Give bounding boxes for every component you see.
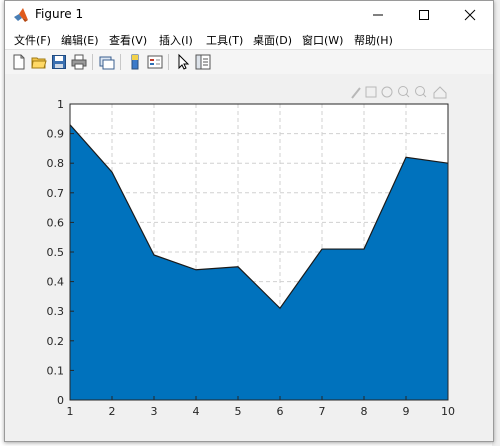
menu-desktop[interactable]: 桌面(D) <box>253 32 292 48</box>
window-title: Figure 1 <box>35 7 84 21</box>
menu-view[interactable]: 查看(V) <box>109 32 147 48</box>
toolbar-separator <box>120 54 121 70</box>
title-bar[interactable]: Figure 1 <box>5 1 493 29</box>
menu-tools[interactable]: 工具(T) <box>206 32 243 48</box>
menu-edit[interactable]: 编辑(E) <box>61 32 99 48</box>
menu-bar: 文件(F) 编辑(E) 查看(V) 插入(I) 工具(T) 桌面(D) 窗口(W… <box>5 29 493 49</box>
x-tick-label: 2 <box>109 405 116 418</box>
y-tick-label: 0.2 <box>47 335 65 348</box>
y-tick-label: 0 <box>57 394 64 407</box>
x-tick-label: 6 <box>277 405 284 418</box>
minimize-icon <box>373 14 383 16</box>
area-chart: 1 2 3 4 5 6 7 8 9 10 0 0.1 0.2 0.3 0.4 0.5 0.6 0.7 0.8 0.9… <box>47 98 456 418</box>
y-tick-label: 0.8 <box>47 157 65 170</box>
y-tick-label: 1 <box>57 98 64 111</box>
toolbar-separator <box>92 54 93 70</box>
y-tick-label: 0.4 <box>47 276 65 289</box>
open-file-icon[interactable] <box>30 53 48 71</box>
menu-help[interactable]: 帮助(H) <box>354 32 393 48</box>
menu-window[interactable]: 窗口(W) <box>302 32 343 48</box>
y-tick-label: 0.9 <box>47 128 65 141</box>
new-figure-icon[interactable] <box>10 53 28 71</box>
menu-file[interactable]: 文件(F) <box>14 32 51 48</box>
x-tick-label: 8 <box>361 405 368 418</box>
close-button[interactable] <box>447 1 493 29</box>
save-icon[interactable] <box>50 53 68 71</box>
maximize-button[interactable] <box>401 1 447 29</box>
y-tick-label: 0.5 <box>47 246 65 259</box>
y-tick-label: 0.6 <box>47 216 65 229</box>
figure-canvas: 1 2 3 4 5 6 7 8 9 10 0 0.1 0.2 0.3 0.4 0.5 0.6 0.7 0.8 0.9… <box>5 74 493 441</box>
close-icon <box>464 9 476 21</box>
x-tick-label: 4 <box>193 405 200 418</box>
x-tick-label: 7 <box>319 405 326 418</box>
figure-toolbar <box>5 49 493 75</box>
property-inspector-icon[interactable] <box>194 53 212 71</box>
toolbar-separator <box>168 54 169 70</box>
pointer-icon[interactable] <box>174 53 192 71</box>
x-tick-label: 1 <box>67 405 74 418</box>
x-tick-label: 5 <box>235 405 242 418</box>
maximize-icon <box>419 10 429 20</box>
x-tick-label: 9 <box>403 405 410 418</box>
print-icon[interactable] <box>70 53 88 71</box>
y-tick-label: 0.1 <box>47 364 65 377</box>
figure-window: Figure 1 文件(F) 编辑(E) 查看(V) 插入(I) 工具(T) 桌… <box>4 0 494 442</box>
y-tick-label: 0.3 <box>47 305 65 318</box>
x-tick-label: 10 <box>441 405 455 418</box>
insert-legend-icon[interactable] <box>146 53 164 71</box>
link-plot-icon[interactable] <box>98 53 116 71</box>
y-tick-label: 0.7 <box>47 187 65 200</box>
minimize-button[interactable] <box>355 1 401 29</box>
insert-colorbar-icon[interactable] <box>126 53 144 71</box>
menu-insert[interactable]: 插入(I) <box>159 32 193 48</box>
x-tick-label: 3 <box>151 405 158 418</box>
matlab-logo-icon <box>14 8 28 22</box>
